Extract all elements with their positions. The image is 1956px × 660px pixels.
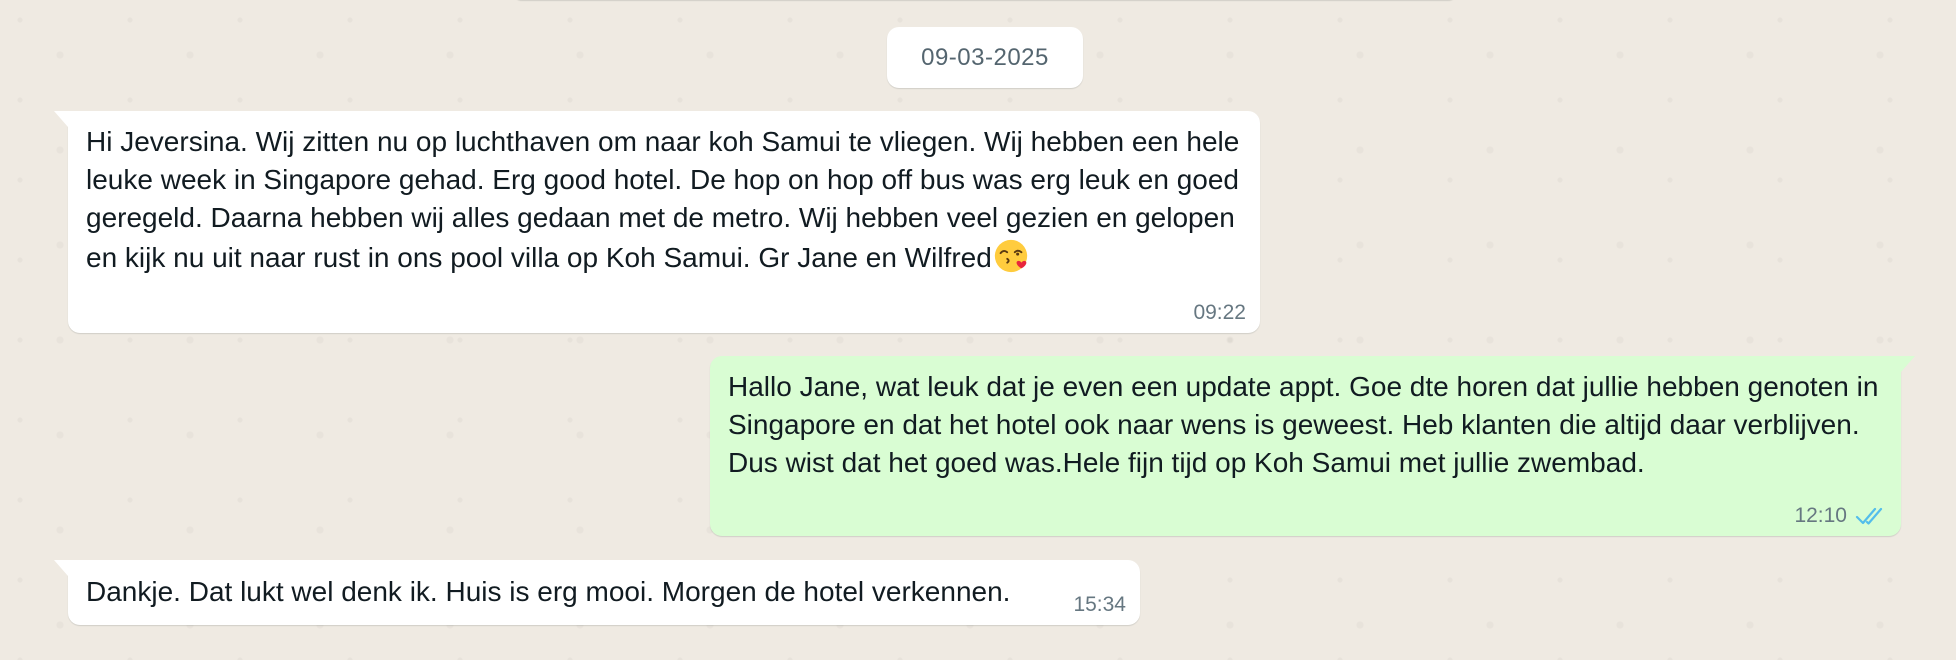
message-meta: 12:10: [1794, 504, 1887, 528]
double-check-read-icon: [1855, 507, 1883, 525]
message-meta: 15:34: [1073, 593, 1126, 617]
message-time: 09:22: [1193, 301, 1246, 324]
message-text: Hallo Jane, wat leuk dat je even een upd…: [728, 371, 1879, 478]
message-time: 15:34: [1073, 593, 1126, 616]
incoming-message[interactable]: Dankje. Dat lukt wel denk ik. Huis is er…: [54, 560, 1140, 625]
message-meta: 09:22: [1193, 301, 1246, 325]
outgoing-message[interactable]: Hallo Jane, wat leuk dat je even een upd…: [710, 356, 1915, 536]
kissing-face-emoji-icon: [994, 239, 1027, 273]
date-separator: 09-03-2025: [887, 27, 1083, 88]
message-time: 12:10: [1794, 504, 1847, 527]
message-text: Hi Jeversina. Wij zitten nu op luchthave…: [86, 126, 1240, 273]
incoming-message[interactable]: Hi Jeversina. Wij zitten nu op luchthave…: [54, 111, 1260, 333]
message-text: Dankje. Dat lukt wel denk ik. Huis is er…: [86, 576, 1011, 607]
